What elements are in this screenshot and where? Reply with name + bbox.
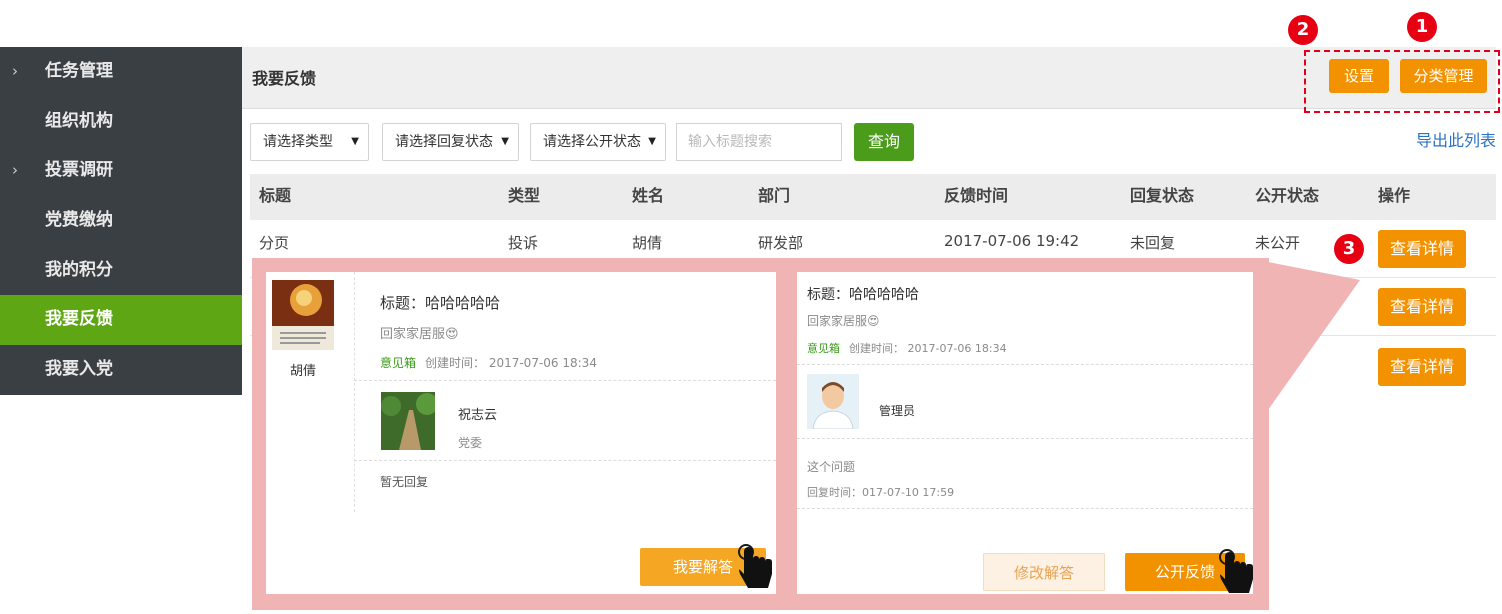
caret-down-icon: ▼	[351, 136, 359, 147]
reviewer-avatar	[381, 392, 438, 450]
cell-name: 胡倩	[632, 234, 663, 252]
reviewer-dept: 党委	[458, 436, 483, 450]
callout-badge-2: 2	[1288, 15, 1318, 45]
view-detail-button[interactable]: 查看详情	[1378, 348, 1466, 386]
caret-down-icon: ▼	[501, 136, 509, 147]
query-button[interactable]: 查询	[854, 123, 914, 161]
feedback-title: 标题：哈哈哈哈哈	[380, 294, 501, 312]
sidebar-item-dues[interactable]: 党费缴纳	[0, 196, 242, 246]
sidebar-item-label: 组织机构	[45, 110, 113, 131]
cell-time: 2017-07-06 19:42	[944, 232, 1080, 250]
cell-dept: 研发部	[758, 234, 804, 252]
public-status-select[interactable]: 请选择公开状态 ▼	[530, 123, 666, 161]
no-reply-text: 暂无回复	[380, 475, 429, 489]
export-list-link[interactable]: 导出此列表	[1416, 127, 1496, 151]
sidebar-item-feedback[interactable]: 我要反馈	[0, 295, 242, 346]
app-root: › 任务管理 组织机构 › 投票调研 党费缴纳 我的积分 我要反馈 我要入党 我…	[0, 0, 1502, 614]
col-type: 类型	[508, 186, 541, 205]
category-tag: 意见箱	[380, 356, 417, 370]
feedback-reply-panel: 标题：哈哈哈哈哈 回家家居服😍 意见箱 创建时间： 2017-07-06 18:…	[797, 272, 1253, 594]
category-tag: 意见箱	[807, 342, 840, 355]
sidebar-item-join-party[interactable]: 我要入党	[0, 345, 242, 395]
col-name: 姓名	[632, 186, 665, 205]
cell-title: 分页	[259, 234, 290, 252]
edit-answer-button[interactable]: 修改解答	[983, 553, 1105, 591]
feedback-title: 标题：哈哈哈哈哈	[807, 287, 919, 303]
admin-avatar-image	[807, 374, 859, 430]
heart-eyes-icon: 😍	[445, 327, 459, 342]
admin-name: 管理员	[879, 404, 916, 418]
sidebar-item-label: 投票调研	[45, 160, 113, 181]
reviewer-photo	[381, 392, 438, 450]
filter-bar: 请选择类型 ▼ 请选择回复状态 ▼ 请选择公开状态 ▼ 输入标题搜索 查询 导出…	[242, 109, 1502, 174]
user-name: 胡倩	[290, 364, 317, 379]
view-detail-button[interactable]: 查看详情	[1378, 230, 1466, 268]
sidebar-item-label: 我的积分	[45, 259, 113, 280]
pointer-hand-icon	[1219, 549, 1253, 593]
caret-down-icon: ▼	[648, 136, 656, 147]
avatar-image	[272, 280, 334, 350]
divider	[354, 460, 776, 461]
col-action: 操作	[1378, 186, 1411, 205]
feedback-detail-panel: 胡倩 标题：哈哈哈哈哈 回家家居服😍 意见箱 创建时间： 2017-07-06 …	[266, 272, 776, 594]
divider	[354, 272, 355, 512]
col-reply: 回复状态	[1130, 186, 1195, 205]
cell-public: 公开	[1270, 292, 1301, 310]
reply-select-value: 请选择回复状态	[395, 134, 493, 150]
divider	[797, 438, 1253, 439]
created-time: 创建时间： 2017-07-06 18:34	[849, 342, 1007, 355]
divider	[797, 364, 1253, 365]
divider	[797, 508, 1253, 509]
content-text: 回家家居服	[807, 314, 868, 328]
detail-preview-overlay: 胡倩 标题：哈哈哈哈哈 回家家居服😍 意见箱 创建时间： 2017-07-06 …	[252, 258, 1269, 610]
reply-time: 回复时间：017-07-10 17:59	[807, 486, 955, 499]
public-select-value: 请选择公开状态	[543, 134, 641, 150]
created-time: 创建时间： 2017-07-06 18:34	[425, 356, 597, 370]
feedback-content: 回家家居服😍	[807, 312, 880, 329]
sidebar-item-task[interactable]: › 任务管理	[0, 47, 242, 97]
cell-reply: 未回复	[1130, 234, 1176, 252]
highlight-box	[1304, 50, 1500, 113]
feedback-content: 回家家居服😍	[380, 323, 459, 342]
col-dept: 部门	[758, 186, 791, 205]
col-time: 反馈时间	[944, 186, 1009, 205]
table-header: 标题 类型 姓名 部门 反馈时间 回复状态 公开状态 操作	[250, 174, 1496, 220]
reviewer-name: 祝志云	[458, 408, 498, 423]
sidebar-item-label: 我要反馈	[45, 309, 113, 330]
cell-public: 未公开	[1255, 234, 1301, 252]
chevron-right-icon: ›	[12, 161, 18, 180]
page-title: 我要反馈	[252, 69, 317, 88]
col-title: 标题	[259, 186, 292, 205]
sidebar-item-label: 党费缴纳	[45, 210, 113, 231]
callout-badge-1: 1	[1407, 12, 1437, 42]
type-select-value: 请选择类型	[263, 134, 333, 150]
col-public: 公开状态	[1255, 186, 1320, 205]
title-search-input[interactable]: 输入标题搜索	[676, 123, 842, 161]
type-select[interactable]: 请选择类型 ▼	[250, 123, 369, 161]
sidebar: › 任务管理 组织机构 › 投票调研 党费缴纳 我的积分 我要反馈 我要入党	[0, 47, 242, 395]
divider	[354, 380, 776, 381]
callout-badge-3: 3	[1334, 234, 1364, 264]
user-avatar	[272, 280, 334, 350]
admin-avatar	[807, 374, 859, 430]
cell-type: 投诉	[508, 234, 539, 252]
sidebar-item-vote[interactable]: › 投票调研	[0, 146, 242, 196]
reply-text: 这个问题	[807, 460, 856, 474]
heart-eyes-icon: 😍	[867, 314, 880, 328]
sidebar-item-org[interactable]: 组织机构	[0, 97, 242, 147]
sidebar-item-points[interactable]: 我的积分	[0, 246, 242, 296]
pointer-hand-icon	[738, 544, 772, 588]
content-text: 回家家居服	[380, 327, 446, 342]
chevron-right-icon: ›	[12, 62, 18, 80]
view-detail-button[interactable]: 查看详情	[1378, 288, 1466, 326]
sidebar-item-label: 我要入党	[45, 359, 113, 380]
sidebar-item-label: 任务管理	[45, 61, 113, 81]
reply-status-select[interactable]: 请选择回复状态 ▼	[382, 123, 519, 161]
